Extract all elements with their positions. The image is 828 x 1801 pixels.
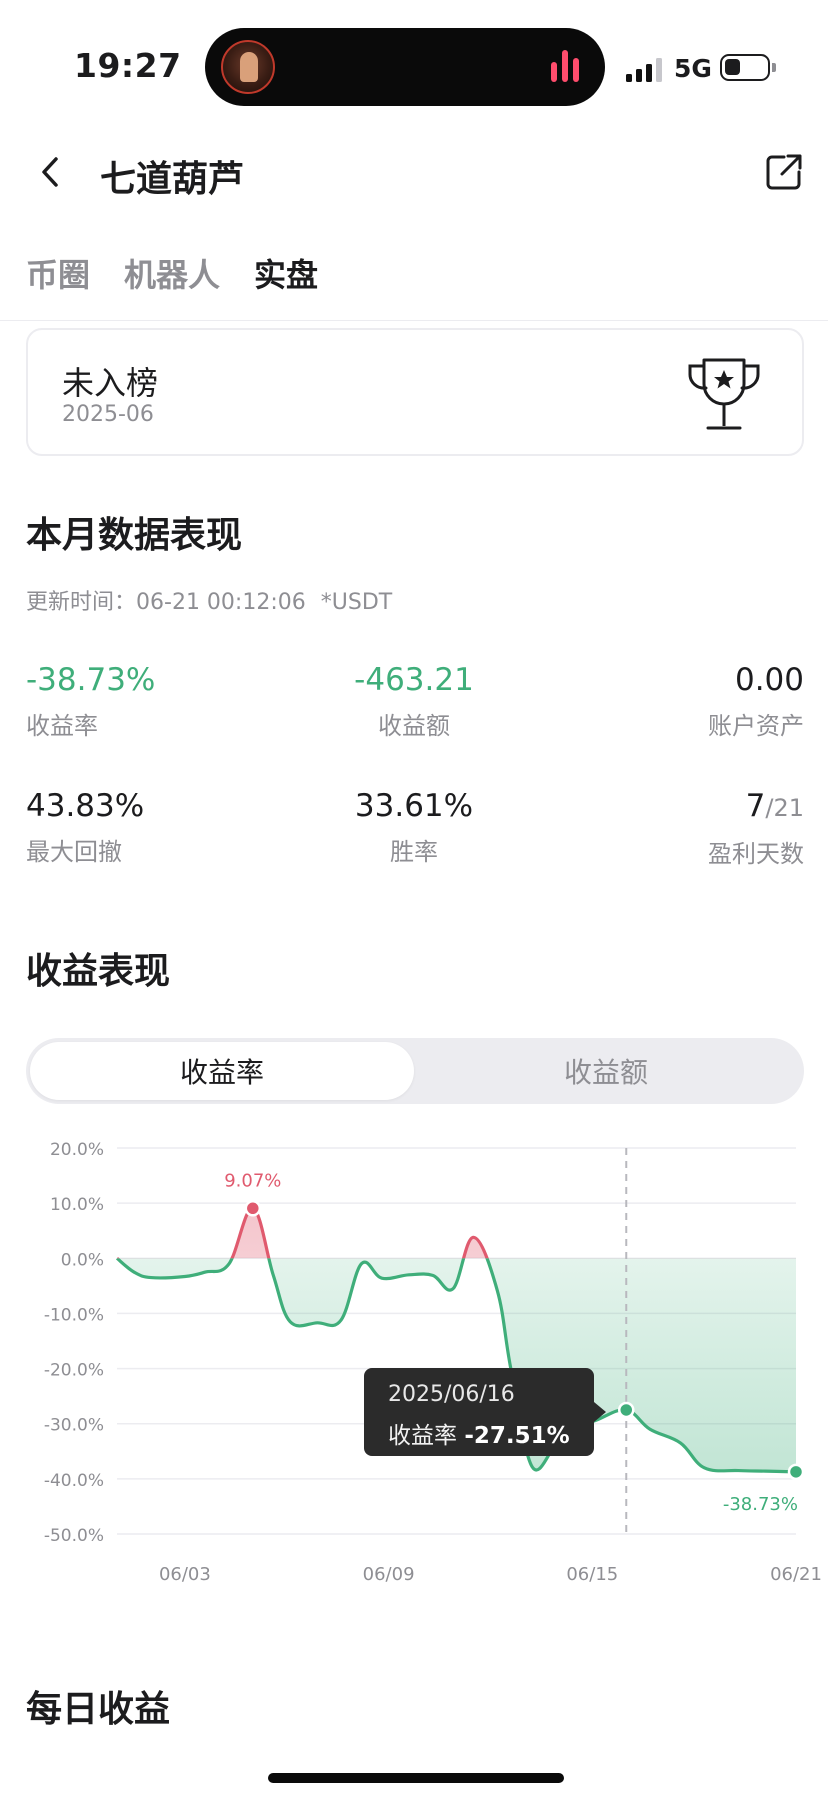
chart-svg: 20.0% 10.0% 0.0% -10.0% -20.0% -30.0% -40.0% -5… (44, 1140, 822, 1585)
metric-segmented-control: 收益率 收益额 (26, 1038, 804, 1104)
metric-account-assets: 0.00 账户资产 (564, 660, 804, 741)
monthly-section-title: 本月数据表现 (26, 515, 243, 556)
update-label: 更新时间： (26, 590, 137, 615)
dynamic-island[interactable] (205, 28, 605, 106)
tooltip-label: 收益率 (388, 1423, 457, 1449)
metric-label: 盈利天数 (708, 840, 804, 868)
tooltip-value: -27.51% (464, 1423, 570, 1449)
tooltip-row: 收益率 -27.51% (388, 1416, 570, 1450)
now-playing-artwork-icon (221, 40, 275, 94)
status-bar: 19:27 5G (0, 0, 828, 120)
trophy-icon (688, 358, 760, 430)
performance-section-title: 收益表现 (26, 951, 171, 992)
home-indicator (268, 1773, 564, 1783)
y-tick-label: -30.0% (44, 1416, 104, 1436)
metric-label: 收益额 (378, 712, 450, 740)
metric-profit-days: 7/21 盈利天数 (564, 786, 804, 869)
battery-icon (720, 54, 776, 81)
metric-label: 胜率 (390, 838, 438, 866)
annotation-point (787, 1463, 805, 1481)
chart-tooltip: 2025/06/16 收益率 -27.51% (364, 1368, 606, 1456)
metric-label: 账户资产 (708, 712, 804, 740)
share-external-icon (766, 154, 802, 190)
metric-return-amount: -463.21 收益额 (294, 660, 534, 741)
y-tick-label: -50.0% (44, 1526, 104, 1546)
annotation-label: 9.07% (224, 1170, 281, 1191)
chevron-left-icon (42, 157, 58, 187)
metric-value: -463.21 (354, 662, 474, 698)
y-tick-label: -20.0% (44, 1361, 104, 1381)
page-title: 七道葫芦 (100, 159, 245, 200)
metric-value: -38.73% (26, 662, 156, 698)
y-tick-label: -10.0% (44, 1305, 104, 1325)
metric-max-drawdown: 43.83% 最大回撤 (26, 786, 266, 867)
network-type: 5G (674, 54, 712, 83)
audio-bars-icon (551, 50, 581, 82)
x-tick-label: 06/09 (363, 1564, 415, 1585)
return-rate-chart[interactable]: 20.0% 10.0% 0.0% -10.0% -20.0% -30.0% -40.0% -5… (0, 1130, 828, 1600)
rank-card[interactable]: 未入榜 2025-06 (26, 328, 804, 456)
profit-days-count: 7 (745, 788, 766, 824)
tab-crypto[interactable]: 币圈 (26, 250, 90, 296)
annotation-label: -38.73% (723, 1494, 798, 1515)
tabs-divider (0, 320, 828, 321)
tab-live-trading[interactable]: 实盘 (254, 250, 318, 296)
y-tick-label: 10.0% (50, 1195, 104, 1215)
x-tick-label: 06/15 (566, 1564, 618, 1585)
y-tick-label: 0.0% (61, 1250, 104, 1270)
status-time: 19:27 (74, 46, 182, 85)
back-button[interactable] (30, 150, 70, 194)
rank-status: 未入榜 (62, 364, 159, 402)
signal-icon (626, 58, 664, 82)
metric-win-rate: 33.61% 胜率 (294, 786, 534, 867)
metric-value: 43.83% (26, 788, 145, 824)
x-tick-label: 06/21 (770, 1564, 822, 1585)
profit-days-total: /21 (765, 794, 804, 822)
metric-label: 最大回撤 (26, 838, 122, 866)
currency-note: *USDT (320, 590, 393, 615)
category-tabs: 币圈 机器人 实盘 (26, 250, 318, 296)
daily-section-title: 每日收益 (26, 1689, 171, 1730)
segment-return-amount[interactable]: 收益额 (414, 1042, 798, 1100)
update-time: 06-21 00:12:06 (136, 590, 306, 615)
metric-label: 收益率 (26, 712, 98, 740)
tooltip-date: 2025/06/16 (388, 1382, 515, 1407)
crosshair-point (618, 1401, 635, 1419)
y-tick-label: 20.0% (50, 1140, 104, 1160)
y-tick-label: -40.0% (44, 1471, 104, 1491)
metric-return-rate: -38.73% 收益率 (26, 660, 266, 741)
update-time-row: 更新时间：06-21 00:12:06 *USDT (26, 584, 392, 616)
segment-return-rate[interactable]: 收益率 (30, 1042, 414, 1100)
metric-value: 0.00 (734, 662, 804, 698)
tab-bots[interactable]: 机器人 (124, 250, 220, 296)
metric-value: 7/21 (564, 786, 804, 828)
x-tick-label: 06/03 (159, 1564, 211, 1585)
rank-month: 2025-06 (62, 402, 154, 427)
share-button[interactable] (764, 152, 804, 192)
metric-value: 33.61% (354, 788, 474, 824)
annotation-point (244, 1200, 262, 1217)
